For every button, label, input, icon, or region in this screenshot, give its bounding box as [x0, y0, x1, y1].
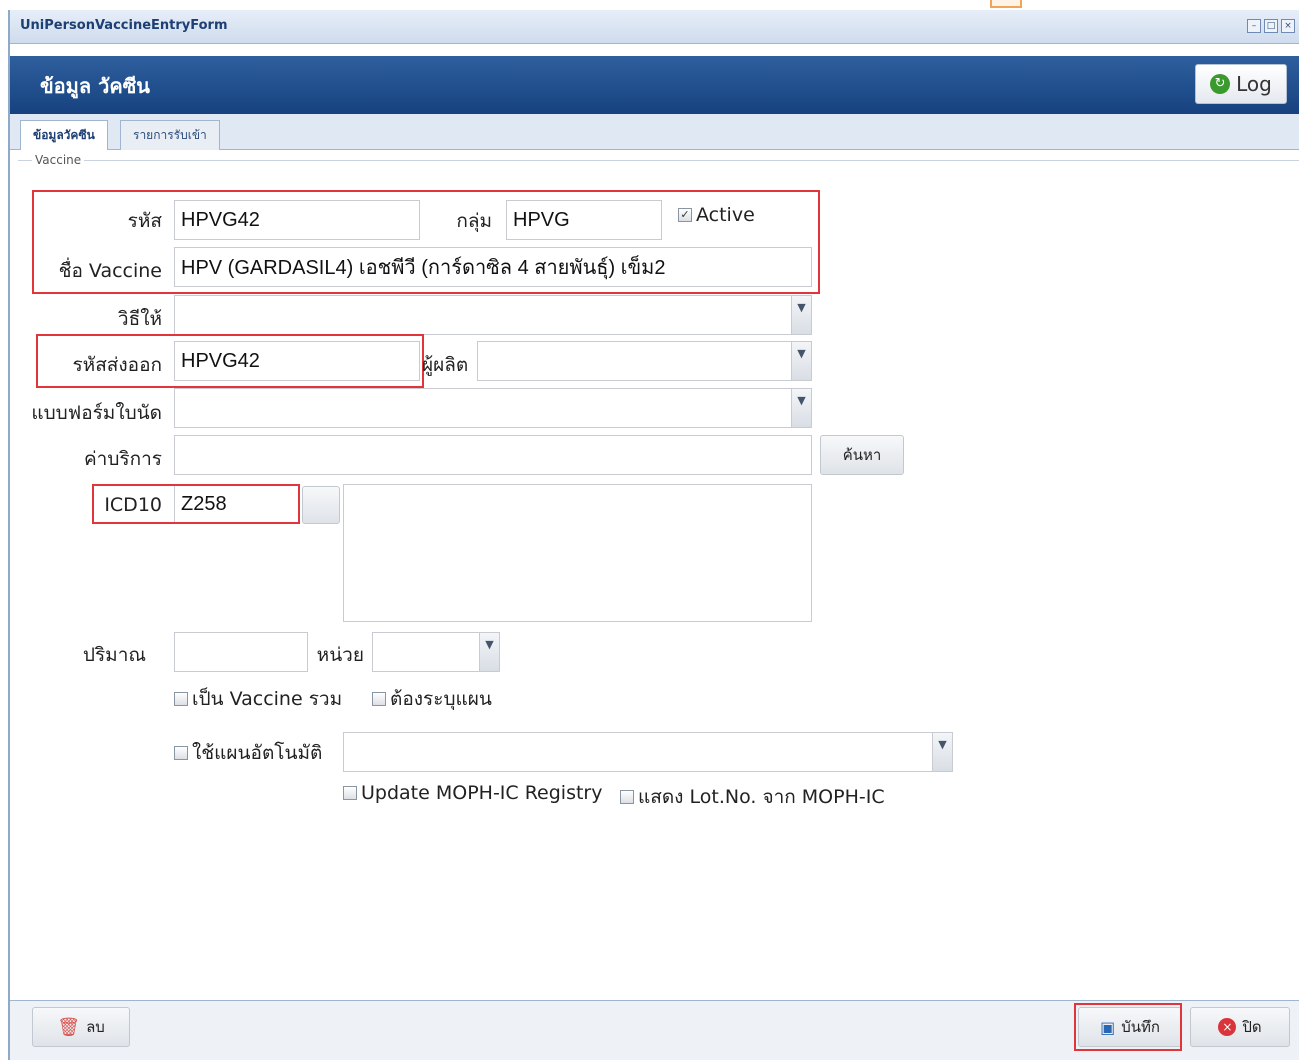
- combined-vaccine-label: เป็น Vaccine รวม: [192, 688, 343, 710]
- window-title: UniPersonVaccineEntryForm: [20, 18, 228, 33]
- form-footer: 🗑 ลบ ▣ บันทึก × ปิด: [10, 1000, 1299, 1060]
- highlight-icd10: [92, 484, 300, 524]
- log-button-label: Log: [1236, 72, 1272, 96]
- unit-label: หน่วย: [316, 644, 364, 666]
- checkbox-unchecked-icon: [620, 790, 634, 804]
- auto-plan-checkbox[interactable]: ใช้แผนอัตโนมัติ: [174, 738, 322, 768]
- close-circle-icon: ×: [1218, 1018, 1237, 1036]
- window-controls: – □ ×: [1247, 19, 1295, 33]
- show-lot-checkbox[interactable]: แสดง Lot.No. จาก MOPH-IC: [620, 782, 885, 812]
- manufacturer-label: ผู้ผลิต: [422, 354, 469, 376]
- highlight-save: [1074, 1003, 1182, 1051]
- search-button[interactable]: ค้นหา: [820, 435, 904, 475]
- update-moph-checkbox[interactable]: Update MOPH-IC Registry: [343, 782, 603, 804]
- tab-vaccine-info[interactable]: ข้อมูลวัคซีน: [20, 120, 108, 150]
- auto-plan-select[interactable]: ▼: [343, 732, 953, 772]
- delete-button-label: ลบ: [86, 1018, 105, 1036]
- auto-plan-label: ใช้แผนอัตโนมัติ: [192, 742, 323, 764]
- icd10-description[interactable]: [343, 484, 812, 622]
- tab-bar: ข้อมูลวัคซีน รายการรับเข้า: [10, 114, 1299, 150]
- icd10-lookup-button[interactable]: [302, 486, 340, 524]
- minimize-icon[interactable]: –: [1247, 19, 1261, 33]
- chevron-down-icon[interactable]: ▼: [791, 296, 811, 334]
- chevron-down-icon[interactable]: ▼: [791, 342, 811, 380]
- highlight-code-name: [32, 190, 820, 294]
- highlight-export-code: [36, 334, 424, 388]
- method-select[interactable]: ▼: [174, 295, 812, 335]
- maximize-icon[interactable]: □: [1264, 19, 1278, 33]
- log-button[interactable]: ↻ Log: [1195, 64, 1287, 104]
- trash-icon: 🗑: [57, 1016, 81, 1038]
- checkbox-unchecked-icon: [174, 746, 188, 760]
- tab-receipts[interactable]: รายการรับเข้า: [120, 120, 220, 150]
- chevron-down-icon[interactable]: ▼: [479, 633, 499, 671]
- close-button-label: ปิด: [1242, 1018, 1262, 1036]
- service-fee-input[interactable]: [174, 435, 812, 475]
- appointment-form-select[interactable]: ▼: [174, 388, 812, 428]
- unit-select[interactable]: ▼: [372, 632, 500, 672]
- window-titlebar: UniPersonVaccineEntryForm – □ ×: [10, 10, 1299, 44]
- page-title: ข้อมูล วัคซีน: [40, 74, 150, 98]
- close-button[interactable]: × ปิด: [1190, 1007, 1290, 1047]
- window-top-marker: [990, 0, 1022, 8]
- checkbox-unchecked-icon: [343, 786, 357, 800]
- log-icon: ↻: [1210, 74, 1231, 94]
- require-plan-label: ต้องระบุแผน: [390, 688, 492, 710]
- require-plan-checkbox[interactable]: ต้องระบุแผน: [372, 684, 492, 714]
- manufacturer-select[interactable]: ▼: [477, 341, 812, 381]
- service-fee-label: ค่าบริการ: [83, 448, 162, 470]
- quantity-input[interactable]: [174, 632, 308, 672]
- chevron-down-icon[interactable]: ▼: [791, 389, 811, 427]
- checkbox-unchecked-icon: [174, 692, 188, 706]
- update-moph-label: Update MOPH-IC Registry: [361, 782, 603, 804]
- combined-vaccine-checkbox[interactable]: เป็น Vaccine รวม: [174, 684, 342, 714]
- show-lot-label: แสดง Lot.No. จาก MOPH-IC: [638, 786, 885, 808]
- appointment-form-label: แบบฟอร์มใบนัด: [31, 402, 162, 424]
- checkbox-unchecked-icon: [372, 692, 386, 706]
- close-icon[interactable]: ×: [1281, 19, 1295, 33]
- quantity-label: ปริมาณ: [82, 644, 146, 666]
- form-header: ข้อมูล วัคซีน ↻ Log: [10, 56, 1299, 114]
- chevron-down-icon[interactable]: ▼: [932, 733, 952, 771]
- vaccine-entry-window: UniPersonVaccineEntryForm – □ × ข้อมูล ว…: [8, 10, 1299, 1060]
- delete-button[interactable]: 🗑 ลบ: [32, 1007, 130, 1047]
- fieldset-legend: Vaccine: [32, 153, 85, 167]
- method-label: วิธีให้: [117, 308, 162, 330]
